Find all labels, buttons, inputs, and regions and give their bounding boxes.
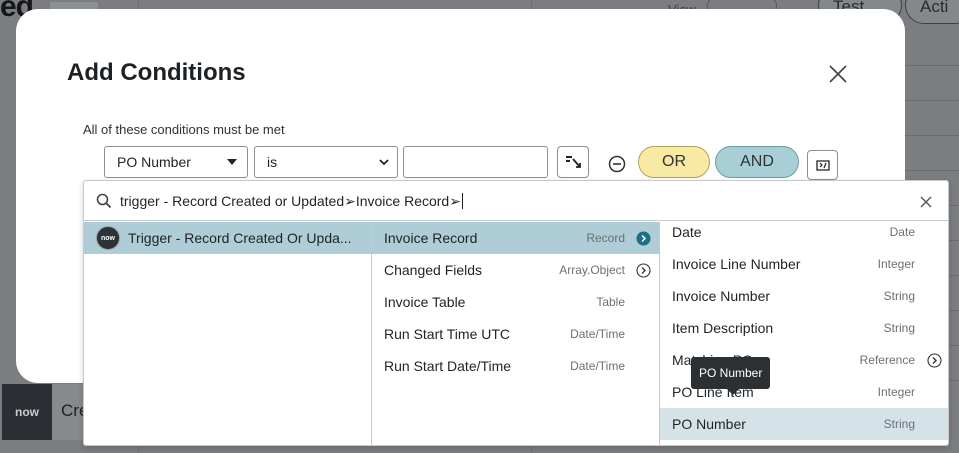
now-logo-icon: now bbox=[96, 226, 120, 250]
tooltip: PO Number bbox=[691, 357, 771, 395]
text-cursor bbox=[461, 193, 463, 209]
script-toggle-button[interactable] bbox=[807, 150, 838, 180]
picker-column-source: now Trigger - Record Created Or Upda... bbox=[84, 222, 372, 445]
picker-item-type: Integer bbox=[877, 385, 915, 399]
picker-item-label: Item Description bbox=[672, 320, 774, 336]
picker-search-value: trigger - Record Created or Updated➢Invo… bbox=[120, 193, 461, 209]
picker-item-label: Trigger - Record Created Or Upda... bbox=[128, 230, 352, 246]
picker-item-label: Date bbox=[672, 224, 702, 240]
picker-item-po-number[interactable]: PO Number String bbox=[660, 408, 948, 440]
chevron-right-circle-icon[interactable] bbox=[636, 263, 651, 278]
data-pill-picker-button[interactable] bbox=[557, 146, 589, 178]
picker-item-label: Invoice Record bbox=[384, 230, 478, 246]
data-pill-picker-icon bbox=[566, 156, 581, 168]
and-button[interactable]: AND bbox=[715, 146, 799, 178]
caret-down-icon bbox=[227, 159, 237, 165]
background-now-logo: now bbox=[2, 384, 52, 440]
conditions-label: All of these conditions must be met bbox=[83, 122, 285, 137]
field-select-value: PO Number bbox=[117, 154, 191, 170]
chevron-down-icon bbox=[379, 159, 389, 166]
picker-item-label: Invoice Line Number bbox=[672, 256, 801, 272]
picker-search-input[interactable]: trigger - Record Created or Updated➢Invo… bbox=[120, 193, 463, 210]
picker-item-invoice-table[interactable]: Invoice Table Table bbox=[372, 286, 659, 318]
picker-item-changed-fields[interactable]: Changed Fields Array.Object bbox=[372, 254, 659, 286]
picker-item-item-description[interactable]: Item Description String bbox=[660, 312, 948, 344]
picker-item-invoice-record[interactable]: Invoice Record Record bbox=[372, 222, 659, 254]
clear-search-icon[interactable] bbox=[920, 196, 932, 208]
picker-item-run-start-time-utc[interactable]: Run Start Time UTC Date/Time bbox=[372, 318, 659, 350]
picker-item-label: Invoice Table bbox=[384, 294, 466, 310]
picker-item-label: Run Start Time UTC bbox=[384, 326, 511, 342]
picker-column-trigger-fields: Invoice Record Record Changed Fields Arr… bbox=[372, 222, 660, 445]
field-select[interactable]: PO Number bbox=[104, 146, 248, 178]
picker-item-type: Integer bbox=[877, 257, 915, 271]
background-activate-button: Acti bbox=[905, 0, 959, 24]
value-input[interactable] bbox=[403, 146, 548, 178]
picker-item-type: Array.Object bbox=[559, 263, 625, 277]
operator-select-value: is bbox=[267, 154, 278, 170]
picker-item-type: Date/Time bbox=[570, 359, 625, 373]
operator-select[interactable]: is bbox=[254, 146, 398, 178]
modal-title: Add Conditions bbox=[67, 59, 246, 86]
remove-condition-icon[interactable] bbox=[607, 154, 627, 174]
picker-item-label: PO Number bbox=[672, 416, 746, 432]
picker-item-type: String bbox=[883, 417, 915, 431]
script-icon bbox=[815, 160, 830, 171]
or-button[interactable]: OR bbox=[638, 146, 710, 178]
chevron-right-circle-icon[interactable] bbox=[636, 231, 651, 246]
search-icon bbox=[96, 193, 112, 209]
picker-item-type: Date bbox=[889, 225, 915, 239]
picker-item-trigger[interactable]: now Trigger - Record Created Or Upda... bbox=[84, 222, 371, 254]
data-pill-picker: trigger - Record Created or Updated➢Invo… bbox=[83, 180, 949, 446]
picker-item-type: String bbox=[883, 289, 915, 303]
picker-item-label: Invoice Number bbox=[672, 288, 771, 304]
picker-search-row: trigger - Record Created or Updated➢Invo… bbox=[84, 181, 948, 221]
picker-item-type: Table bbox=[596, 295, 625, 309]
picker-item-type: Record bbox=[586, 231, 625, 245]
picker-item-type: Reference bbox=[859, 353, 915, 367]
picker-item-invoice-line-number[interactable]: Invoice Line Number Integer bbox=[660, 248, 948, 280]
picker-item-type: Date/Time bbox=[570, 327, 625, 341]
picker-item-label: Run Start Date/Time bbox=[384, 358, 512, 374]
picker-column-record-fields: Date Date Invoice Line Number Integer In… bbox=[660, 222, 948, 445]
picker-item-label: Changed Fields bbox=[384, 262, 483, 278]
picker-item-type: String bbox=[883, 321, 915, 335]
close-icon[interactable] bbox=[828, 64, 848, 84]
picker-item-date[interactable]: Date Date bbox=[660, 216, 948, 248]
picker-item-invoice-number[interactable]: Invoice Number String bbox=[660, 280, 948, 312]
chevron-right-circle-icon[interactable] bbox=[927, 353, 942, 368]
picker-item-run-start-date-time[interactable]: Run Start Date/Time Date/Time bbox=[372, 350, 659, 382]
